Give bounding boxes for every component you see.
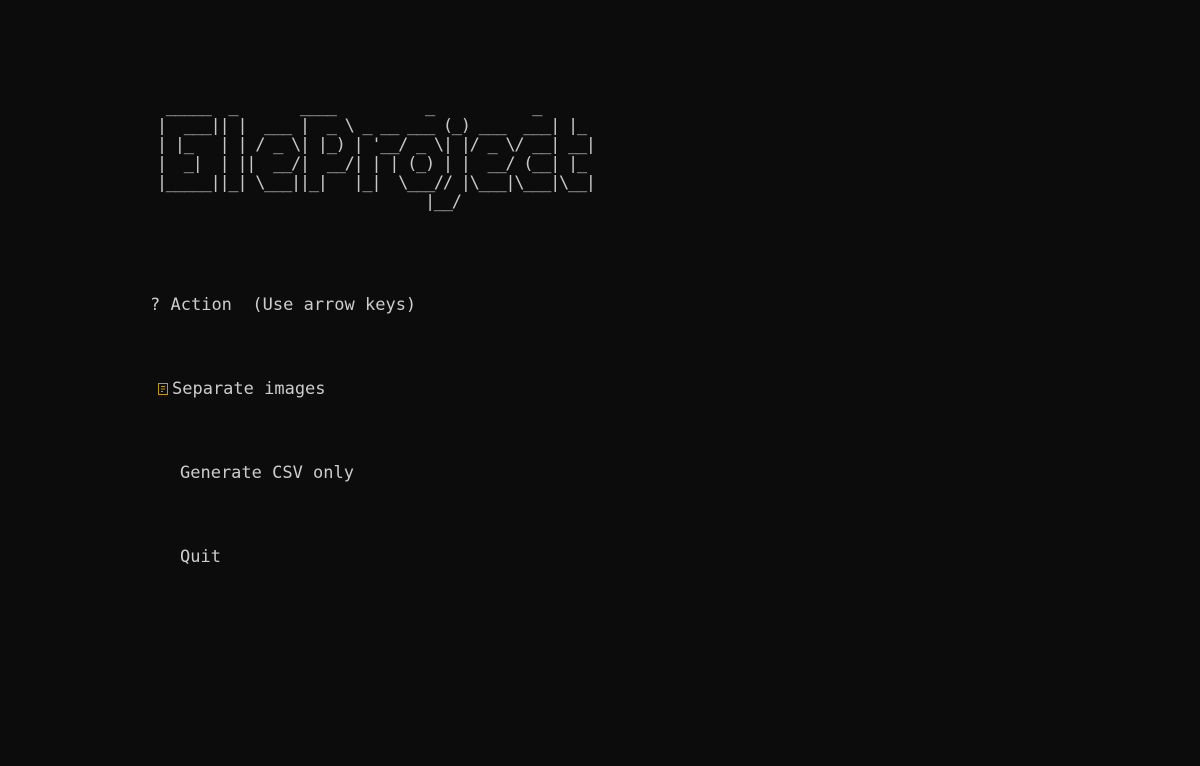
choice-generate-csv-only[interactable]: Generate CSV only	[150, 463, 416, 484]
banner-line: | |_ | | / _ \| |_) | '__/ _ \| |/ _ \/ …	[148, 135, 596, 155]
prompt-question: Action	[170, 295, 232, 315]
pointer-icon	[150, 379, 172, 400]
action-prompt: ? Action (Use arrow keys) Separate image…	[150, 253, 416, 610]
choice-quit[interactable]: Quit	[150, 547, 416, 568]
choice-label: Generate CSV only	[180, 463, 354, 483]
ascii-banner: _____ _ ____ _ _ | ___|| | ___ | _ \ _ _…	[148, 97, 596, 212]
banner-line: |_____||_| \___||_| |_| \___// |\___|\__…	[148, 173, 596, 193]
banner-line: | ___|| | ___ | _ \ _ __ ___ (_) ___ ___…	[148, 116, 595, 136]
question-mark: ?	[150, 295, 161, 315]
banner-line: |__/	[148, 192, 586, 212]
prompt-question-line: ? Action (Use arrow keys)	[150, 295, 416, 316]
banner-line: | _| | || __/| __/| | | (_) | | __/ (__|…	[148, 154, 595, 174]
terminal-window: _____ _ ____ _ _ | ___|| | ___ | _ \ _ _…	[0, 0, 1200, 766]
choice-separate-images[interactable]: Separate images	[150, 379, 416, 400]
prompt-hint: (Use arrow keys)	[252, 295, 417, 315]
choice-label: Separate images	[172, 379, 326, 399]
choice-label: Quit	[180, 547, 221, 567]
banner-line: _____ _ ____ _ _	[148, 97, 568, 117]
